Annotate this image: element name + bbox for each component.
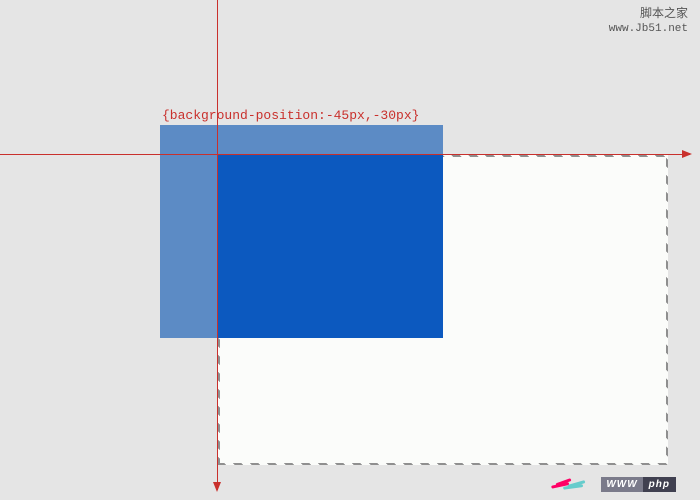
badge-www: WWW <box>601 477 642 492</box>
y-axis <box>217 0 218 490</box>
badge-label: WWW php <box>601 477 676 492</box>
source-watermark: 脚本之家 www.Jb51.net <box>609 6 688 36</box>
wings-icon <box>541 468 601 492</box>
background-image-visible <box>218 155 443 338</box>
x-axis <box>0 154 690 155</box>
watermark-url: www.Jb51.net <box>609 22 688 36</box>
php-badge: WWW php <box>541 468 676 492</box>
watermark-title: 脚本之家 <box>609 6 688 22</box>
badge-php: php <box>643 477 676 492</box>
css-annotation: {background-position:-45px,-30px} <box>162 108 419 123</box>
